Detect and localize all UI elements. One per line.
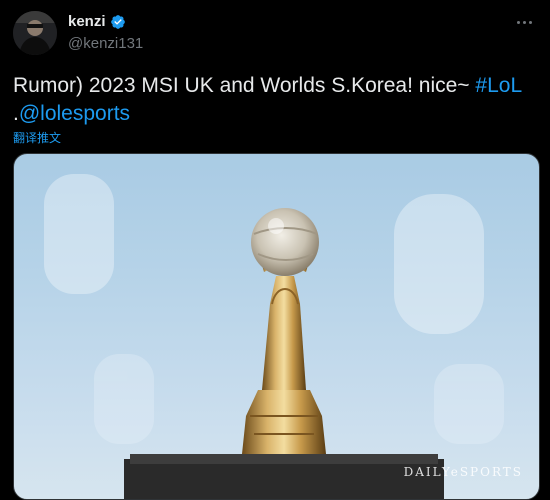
display-name[interactable]: kenzi (68, 13, 106, 30)
tweet-text: Rumor) 2023 MSI UK and Worlds S.Korea! n… (13, 72, 539, 128)
verified-badge-icon (110, 14, 125, 29)
hashtag-link[interactable]: #LoL (475, 74, 522, 97)
translate-tweet-link[interactable]: 翻译推文 (13, 129, 61, 146)
user-handle[interactable]: @kenzi131 (68, 35, 143, 52)
tweet-media-image[interactable]: DAILYeSPORTS (13, 153, 540, 500)
image-watermark: DAILYeSPORTS (403, 465, 523, 479)
mention-link[interactable]: @lolesports (19, 102, 130, 125)
tweet-text-main: Rumor) 2023 MSI UK and Worlds S.Korea! n… (13, 74, 476, 97)
avatar[interactable] (13, 11, 57, 55)
more-options-icon[interactable] (512, 12, 536, 32)
profile-avatar-icon (13, 11, 57, 55)
trophy-image (44, 174, 504, 499)
tweet-card[interactable]: kenzi @kenzi131 Rumor) 2023 MSI UK and W… (0, 0, 550, 500)
tweet-line-1: Rumor) 2023 MSI UK and Worlds S.Korea! n… (13, 72, 539, 100)
tweet-line-2: .@lolesports (13, 100, 539, 128)
